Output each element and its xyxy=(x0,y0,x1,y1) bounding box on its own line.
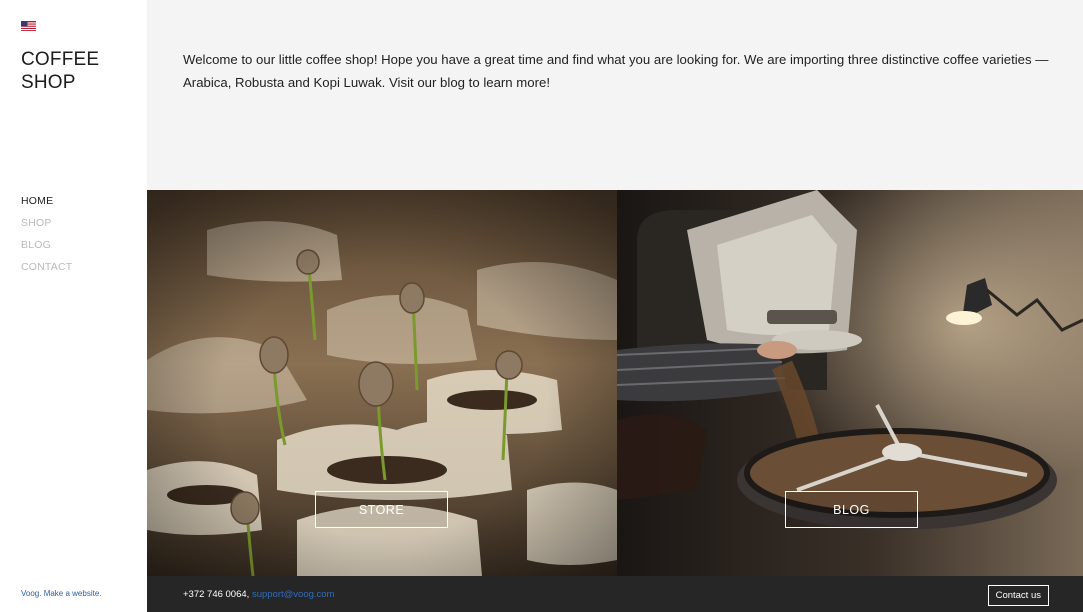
main-menu: HOME SHOP BLOG CONTACT xyxy=(21,195,72,283)
intro-text: Welcome to our little coffee shop! Hope … xyxy=(183,52,1049,90)
footer: +372 746 0064, support@voog.com Contact … xyxy=(147,576,1083,612)
blog-button[interactable]: BLOG xyxy=(785,491,918,528)
store-button[interactable]: STORE xyxy=(315,491,448,528)
store-tile[interactable]: STORE xyxy=(147,190,617,576)
us-flag-icon[interactable] xyxy=(21,21,36,31)
footer-contact-info: +372 746 0064, support@voog.com xyxy=(183,589,334,600)
sidebar: COFFEE SHOP HOME SHOP BLOG CONTACT Voog.… xyxy=(0,0,147,612)
footer-email-link[interactable]: support@voog.com xyxy=(252,589,335,600)
contact-us-button[interactable]: Contact us xyxy=(987,585,1049,606)
menu-item-contact[interactable]: CONTACT xyxy=(21,261,72,273)
logo-line-2: SHOP xyxy=(21,72,76,93)
menu-item-home[interactable]: HOME xyxy=(21,195,72,207)
voog-credit-link[interactable]: Voog. Make a website. xyxy=(21,589,102,598)
menu-item-blog[interactable]: BLOG xyxy=(21,239,72,251)
footer-phone: +372 746 0064, xyxy=(183,589,250,600)
site-logo[interactable]: COFFEE SHOP xyxy=(21,48,99,94)
intro-section: Welcome to our little coffee shop! Hope … xyxy=(147,0,1083,190)
logo-line-1: COFFEE xyxy=(21,49,100,70)
blog-tile[interactable]: BLOG xyxy=(617,190,1083,576)
menu-item-shop[interactable]: SHOP xyxy=(21,217,72,229)
